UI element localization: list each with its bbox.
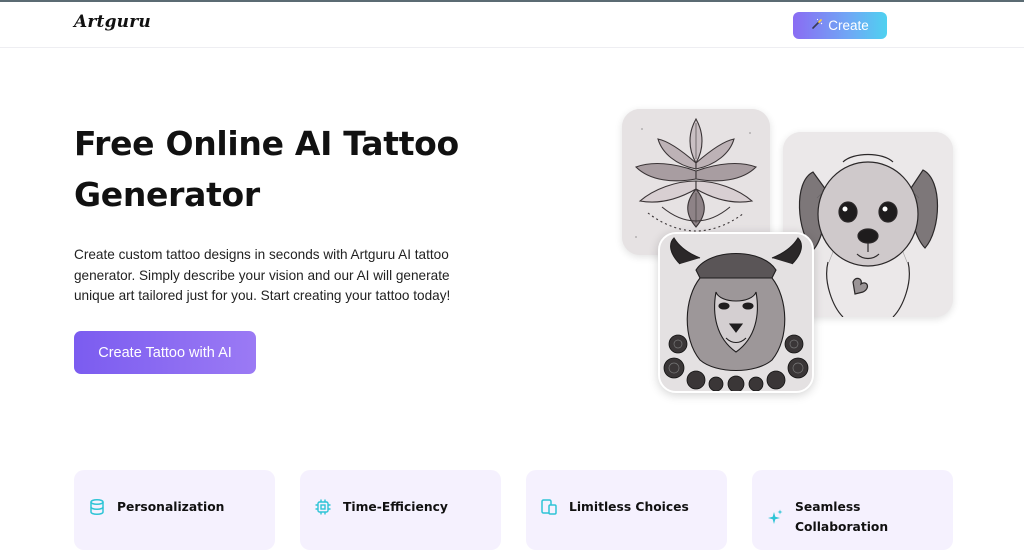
database-icon [88,498,106,516]
magic-wand-icon [811,18,823,33]
create-button-label: Create [828,18,869,33]
feature-label: Seamless Collaboration [795,500,889,534]
feature-card-personalization: Personalization [74,470,275,550]
top-navbar: Artguru Create [0,2,1024,48]
lion-tattoo-image [658,232,814,393]
chip-icon [314,498,332,516]
feature-card-seamless-collaboration: Seamless Collaboration [752,470,953,550]
artguru-logo[interactable]: Artguru [74,12,151,32]
feature-label: Personalization [117,500,225,514]
feature-card-limitless-choices: Limitless Choices [526,470,727,550]
feature-label: Time-Efficiency [343,500,448,514]
sparkle-icon [766,508,784,526]
page-title: Free Online AI Tattoo Generator [74,124,459,214]
feature-card-time-efficiency: Time-Efficiency [300,470,501,550]
create-tattoo-button[interactable]: Create Tattoo with AI [74,331,256,374]
feature-label: Limitless Choices [569,500,689,514]
feature-cards: Personalization Time-Efficiency Limitles… [74,470,954,550]
devices-icon [540,498,558,516]
hero-description: Create custom tattoo designs in seconds … [74,247,451,303]
create-button[interactable]: Create [793,12,887,39]
